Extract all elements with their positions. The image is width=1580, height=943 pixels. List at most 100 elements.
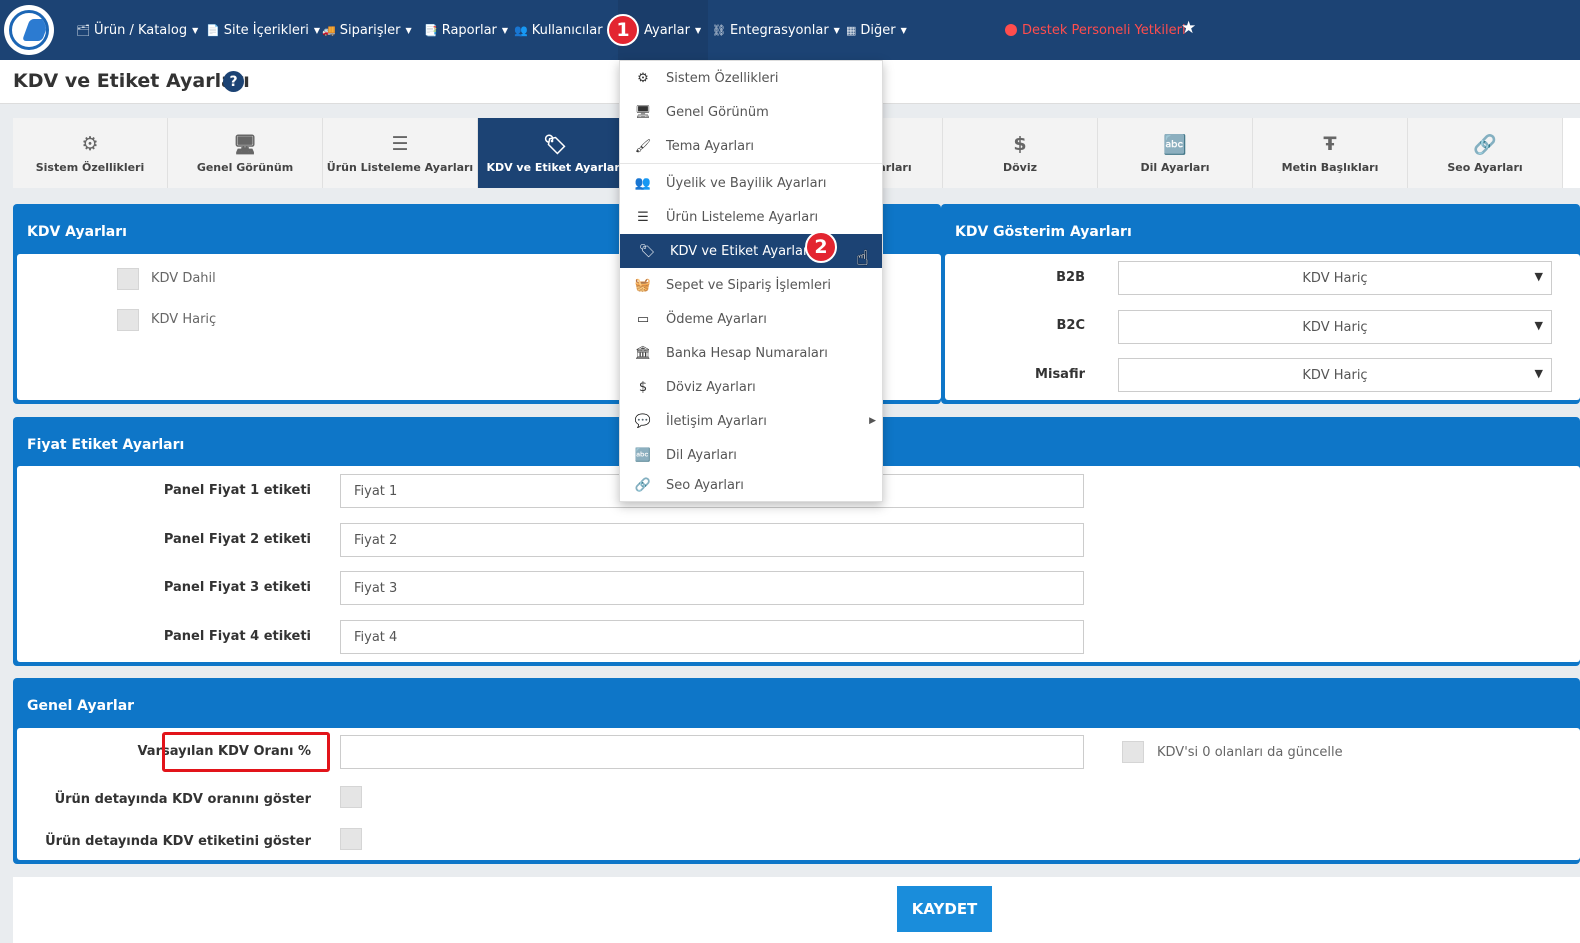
select-value: KDV Hariç <box>1302 270 1368 286</box>
chat-icon: 💬 <box>634 413 652 429</box>
save-button[interactable]: KAYDET <box>897 886 992 932</box>
chevron-down-icon: ▼ <box>1534 319 1543 332</box>
caret-down-icon: ▼ <box>313 25 320 35</box>
tags-icon: 🏷 <box>638 243 656 259</box>
menu-label: Döviz Ayarları <box>666 379 756 395</box>
price2-label: Panel Fiyat 2 etiketi <box>163 532 311 547</box>
tab-label: Seo Ayarları <box>1447 160 1523 174</box>
default-kdv-rate-input[interactable] <box>340 735 1084 769</box>
nav-label: Entegrasyonlar <box>729 22 829 38</box>
show-tag-checkbox[interactable] <box>340 828 362 850</box>
update-zero-label: KDV'si 0 olanları da güncelle <box>1157 745 1343 760</box>
tab-urun-listeleme[interactable]: ☰ Ürün Listeleme Ayarları <box>323 118 478 188</box>
menu-item-tema-ayarlari[interactable]: 🖌 Tema Ayarları <box>620 129 882 163</box>
menu-item-genel-gorunum[interactable]: 🖥 Genel Görünüm <box>620 95 882 129</box>
menu-item-dil[interactable]: 🔤 Dil Ayarları <box>620 438 882 472</box>
tab-sistem-ozellikleri[interactable]: ⚙ Sistem Özellikleri <box>13 118 168 188</box>
step-badge-1: 1 <box>607 14 639 46</box>
menu-label: Üyelik ve Bayilik Ayarları <box>666 175 827 191</box>
tab-doviz[interactable]: $ Döviz <box>943 118 1098 188</box>
basket-icon: 🧺 <box>634 277 652 293</box>
menu-item-kdv-etiket[interactable]: 🏷 KDV ve Etiket Ayarları <box>620 234 882 268</box>
tab-label: Sistem Özellikleri <box>35 160 145 174</box>
tab-label: Metin Başlıkları <box>1281 160 1379 174</box>
nav-site-icerikleri[interactable]: 📄 Site İçerikleri ▼ <box>206 0 320 60</box>
tab-label: KDV ve Etiket Ayarları <box>486 160 624 174</box>
menu-item-doviz[interactable]: $ Döviz Ayarları <box>620 370 882 404</box>
b2c-select[interactable]: KDV Hariç ▼ <box>1118 310 1552 344</box>
nav-urun-katalog[interactable]: 🗂 Ürün / Katalog ▼ <box>76 0 198 60</box>
tab-genel-gorunum[interactable]: 🖥 Genel Görünüm <box>168 118 323 188</box>
panel-title: Genel Ayarlar <box>27 698 135 714</box>
select-value: KDV Hariç <box>1302 319 1368 335</box>
gears-icon: ⚙ <box>81 132 99 155</box>
menu-label: Dil Ayarları <box>666 447 737 463</box>
caret-down-icon: ▼ <box>405 25 412 35</box>
menu-item-sistem-ozellikleri[interactable]: ⚙ Sistem Özellikleri <box>620 61 882 95</box>
tab-seo-ayarlari[interactable]: 🔗 Seo Ayarları <box>1408 118 1563 188</box>
kdv-dahil-label: KDV Dahil <box>151 271 216 286</box>
kdv-dahil-checkbox[interactable] <box>117 268 139 290</box>
kdv-haric-checkbox[interactable] <box>117 309 139 331</box>
b2b-select[interactable]: KDV Hariç ▼ <box>1118 261 1552 295</box>
caret-down-icon: ▼ <box>694 25 702 35</box>
menu-label: Genel Görünüm <box>666 104 769 120</box>
akinsoft-logo[interactable] <box>4 5 54 55</box>
tab-kdv-etiket[interactable]: 🏷 KDV ve Etiket Ayarları <box>478 118 633 188</box>
show-rate-checkbox[interactable] <box>340 786 362 808</box>
nav-label: Raporlar <box>441 22 497 38</box>
menu-item-sepet-siparis[interactable]: 🧺 Sepet ve Sipariş İşlemleri <box>620 268 882 302</box>
support-label: Destek Personeli Yetkileri <box>1022 22 1186 38</box>
tab-metin-basliklari[interactable]: Ŧ Metin Başlıkları <box>1253 118 1408 188</box>
caret-down-icon: ▼ <box>833 25 840 35</box>
menu-item-seo[interactable]: 🔗 Seo Ayarları <box>620 468 882 502</box>
tab-label: Genel Görünüm <box>196 160 294 174</box>
user-circle-icon <box>1005 24 1017 36</box>
nav-diger[interactable]: ▦ Diğer ▼ <box>846 0 907 60</box>
update-zero-checkbox[interactable] <box>1122 741 1144 763</box>
menu-label: Banka Hesap Numaraları <box>666 345 828 361</box>
menu-divider <box>620 163 882 164</box>
panel-title: KDV Gösterim Ayarları <box>955 224 1132 240</box>
misafir-select[interactable]: KDV Hariç ▼ <box>1118 358 1552 392</box>
ayarlar-dropdown-menu: ⚙ Sistem Özellikleri 🖥 Genel Görünüm 🖌 T… <box>619 60 883 502</box>
save-bar <box>13 877 1580 943</box>
support-staff-permissions-link[interactable]: Destek Personeli Yetkileri <box>1005 0 1186 60</box>
menu-label: İletişim Ayarları <box>666 413 767 429</box>
nav-label: Ayarlar <box>644 22 690 38</box>
price3-input[interactable]: Fiyat 3 <box>340 571 1084 605</box>
site-content-icon: 📄 <box>206 23 220 37</box>
menu-label: Seo Ayarları <box>666 477 744 493</box>
brush-icon: 🖌 <box>634 138 652 154</box>
kdv-haric-label: KDV Hariç <box>151 312 217 327</box>
highlight-box <box>162 732 330 772</box>
nav-label: Site İçerikleri <box>223 22 309 38</box>
menu-item-urun-listeleme[interactable]: ☰ Ürün Listeleme Ayarları <box>620 200 882 234</box>
logo-mark <box>9 10 49 50</box>
menu-item-banka[interactable]: 🏛 Banka Hesap Numaraları <box>620 336 882 370</box>
menu-item-odeme[interactable]: ▭ Ödeme Ayarları <box>620 302 882 336</box>
nav-label: Kullanıcılar <box>531 22 603 38</box>
language-icon: 🔤 <box>634 447 652 463</box>
price4-input[interactable]: Fiyat 4 <box>340 620 1084 654</box>
orders-icon: 🚚 <box>322 23 336 37</box>
show-tag-label: Ürün detayında KDV etiketini göster <box>45 834 311 849</box>
nav-entegrasyonlar[interactable]: ⛓ Entegrasyonlar ▼ <box>712 0 840 60</box>
tab-label: Döviz <box>1002 160 1038 174</box>
menu-item-iletisim[interactable]: 💬 İletişim Ayarları ▶ <box>620 404 882 438</box>
b2c-label: B2C <box>1056 318 1086 333</box>
price2-input[interactable]: Fiyat 2 <box>340 523 1084 557</box>
nav-kullanicilar[interactable]: 👥 Kullanıcılar ▼ <box>514 0 614 60</box>
menu-item-uyelik-bayilik[interactable]: 👥 Üyelik ve Bayilik Ayarları <box>620 166 882 200</box>
monitor-icon: 🖥 <box>634 104 652 120</box>
help-icon[interactable]: ? <box>223 71 244 92</box>
link-icon: 🔗 <box>634 477 652 493</box>
other-icon: ▦ <box>846 23 857 37</box>
credit-card-icon: ▭ <box>636 311 650 327</box>
tab-dil-ayarlari[interactable]: 🔤 Dil Ayarları <box>1098 118 1253 188</box>
menu-label: Ödeme Ayarları <box>666 311 767 327</box>
reports-icon: 📑 <box>424 23 438 37</box>
nav-siparisler[interactable]: 🚚 Siparişler ▼ <box>322 0 412 60</box>
star-icon[interactable]: ★ <box>1181 18 1196 38</box>
nav-raporlar[interactable]: 📑 Raporlar ▼ <box>424 0 508 60</box>
